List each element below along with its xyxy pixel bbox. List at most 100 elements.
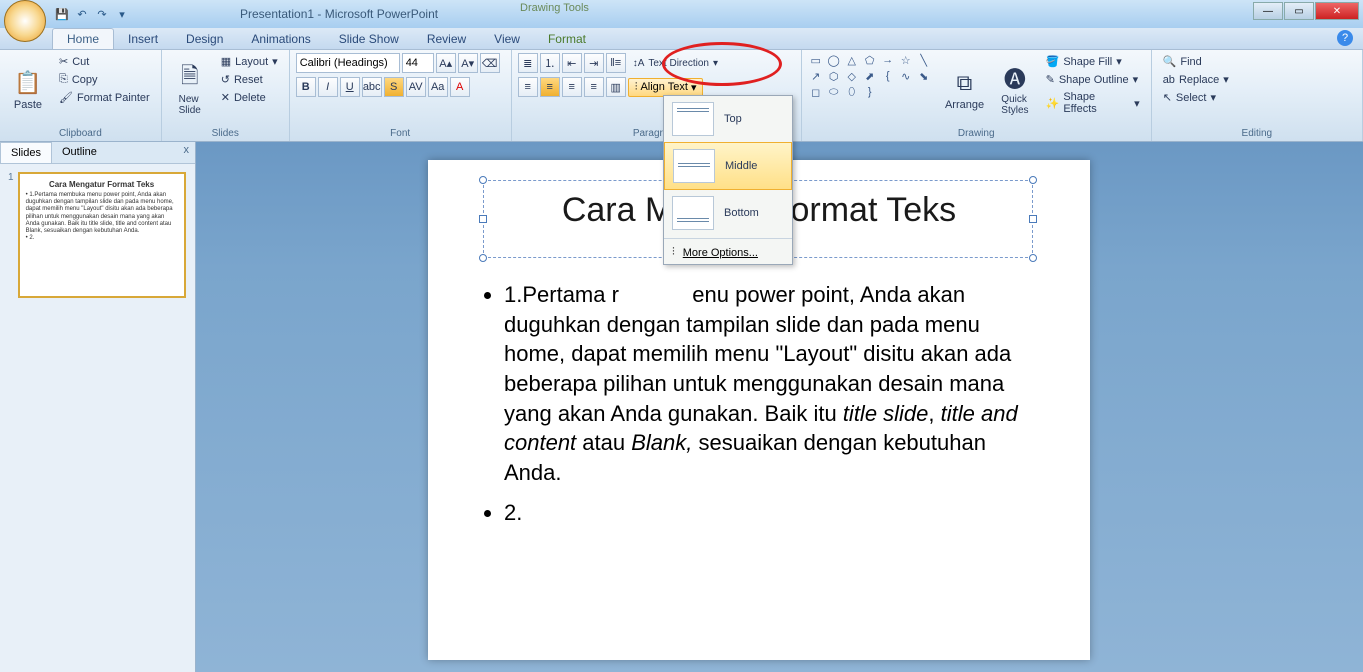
- slide-thumbnail-1[interactable]: Cara Mengatur Format Teks • 1.Pertama me…: [18, 172, 186, 298]
- brush-icon: 🖌: [59, 91, 73, 104]
- save-icon[interactable]: 💾: [54, 6, 70, 22]
- paste-button[interactable]: 📋 Paste: [6, 53, 50, 125]
- font-size-select[interactable]: [402, 53, 434, 73]
- chevron-down-icon: ▾: [272, 55, 278, 68]
- format-painter-button[interactable]: 🖌Format Painter: [54, 89, 155, 106]
- replace-button[interactable]: abReplace▾: [1158, 71, 1234, 88]
- align-top-icon: [672, 102, 714, 136]
- new-slide-icon: 🗎: [174, 62, 206, 94]
- minimize-button[interactable]: —: [1253, 2, 1283, 20]
- bullets-button[interactable]: ≣: [518, 53, 538, 73]
- shape-outline-button[interactable]: ✎Shape Outline▾: [1041, 71, 1145, 88]
- quick-access-toolbar: 💾 ↶ ↷ ▾: [54, 6, 130, 22]
- align-text-button[interactable]: ⫶ Align Text ▾: [628, 78, 704, 97]
- inc-indent-button[interactable]: ⇥: [584, 53, 604, 73]
- tab-view[interactable]: View: [480, 29, 534, 49]
- paste-label: Paste: [14, 99, 42, 111]
- group-label-clipboard: Clipboard: [6, 127, 155, 140]
- group-editing: 🔍Find abReplace▾ ↖Select▾ Editing: [1152, 50, 1363, 141]
- dec-indent-button[interactable]: ⇤: [562, 53, 582, 73]
- shape-effects-button[interactable]: ✨Shape Effects▾: [1041, 89, 1145, 117]
- line-spacing-button[interactable]: ‖≡: [606, 53, 626, 73]
- font-color-button[interactable]: A: [450, 77, 470, 97]
- grow-font-button[interactable]: A▴: [436, 53, 456, 73]
- shadow-button[interactable]: S: [384, 77, 404, 97]
- side-panel-close[interactable]: x: [178, 142, 196, 163]
- bullet-2: 2.: [504, 498, 1030, 528]
- numbering-button[interactable]: ⒈: [540, 53, 560, 73]
- align-middle-item[interactable]: Middle: [664, 142, 792, 190]
- bold-button[interactable]: B: [296, 77, 316, 97]
- copy-button[interactable]: ⎘Copy: [54, 71, 155, 88]
- find-button[interactable]: 🔍Find: [1158, 53, 1234, 70]
- justify-button[interactable]: ≡: [584, 77, 604, 97]
- italic-button[interactable]: I: [318, 77, 338, 97]
- handle-tl[interactable]: [479, 176, 487, 184]
- menu-separator: [664, 238, 792, 239]
- shapes-gallery[interactable]: ▭◯△⬠→☆ ╲↗⬡◇⬈{ ∿⬊◻⬭⬯}: [808, 53, 936, 99]
- handle-rm[interactable]: [1029, 215, 1037, 223]
- maximize-button[interactable]: ▭: [1284, 2, 1314, 20]
- copy-icon: ⎘: [59, 73, 68, 86]
- new-slide-label: New Slide: [179, 94, 201, 116]
- align-left-button[interactable]: ≡: [518, 77, 538, 97]
- columns-button[interactable]: ▥: [606, 77, 626, 97]
- office-button[interactable]: [4, 0, 46, 42]
- thumb-number: 1: [8, 172, 14, 183]
- select-icon: ↖: [1163, 91, 1172, 104]
- align-right-button[interactable]: ≡: [562, 77, 582, 97]
- tab-design[interactable]: Design: [172, 29, 237, 49]
- tab-review[interactable]: Review: [413, 29, 480, 49]
- tab-home[interactable]: Home: [52, 28, 114, 49]
- close-button[interactable]: ✕: [1315, 2, 1359, 20]
- reset-button[interactable]: ↺Reset: [216, 71, 283, 88]
- new-slide-button[interactable]: 🗎 New Slide: [168, 53, 212, 125]
- align-middle-icon: [673, 149, 715, 183]
- spacing-button[interactable]: AV: [406, 77, 426, 97]
- arrange-button[interactable]: ⧉Arrange: [940, 53, 989, 125]
- align-center-button[interactable]: ≡: [540, 77, 560, 97]
- underline-button[interactable]: U: [340, 77, 360, 97]
- align-bottom-item[interactable]: Bottom: [664, 190, 792, 236]
- window-controls: — ▭ ✕: [1252, 2, 1359, 20]
- text-direction-button[interactable]: ↕AText Direction▾: [628, 56, 723, 71]
- shape-fill-button[interactable]: 🪣Shape Fill▾: [1041, 53, 1145, 70]
- clear-format-button[interactable]: ⌫: [480, 53, 500, 73]
- tab-format[interactable]: Format: [534, 29, 600, 49]
- align-more-options-item[interactable]: ⫶ More Options...: [664, 241, 792, 264]
- delete-button[interactable]: ✕Delete: [216, 89, 283, 106]
- find-icon: 🔍: [1163, 55, 1177, 68]
- undo-icon[interactable]: ↶: [74, 6, 90, 22]
- side-tab-outline[interactable]: Outline: [52, 142, 107, 163]
- shrink-font-button[interactable]: A▾: [458, 53, 478, 73]
- handle-lm[interactable]: [479, 215, 487, 223]
- side-tab-slides[interactable]: Slides: [0, 142, 52, 163]
- layout-button[interactable]: ▦Layout▾: [216, 53, 283, 70]
- redo-icon[interactable]: ↷: [94, 6, 110, 22]
- cut-button[interactable]: ✂Cut: [54, 53, 155, 70]
- slides-panel: Slides Outline x 1 Cara Mengatur Format …: [0, 142, 196, 672]
- handle-tr[interactable]: [1029, 176, 1037, 184]
- handle-br[interactable]: [1029, 254, 1037, 262]
- qat-dropdown-icon[interactable]: ▾: [114, 6, 130, 22]
- delete-icon: ✕: [221, 91, 230, 104]
- tab-insert[interactable]: Insert: [114, 29, 172, 49]
- tab-animations[interactable]: Animations: [237, 29, 324, 49]
- quick-styles-button[interactable]: 🅐Quick Styles: [993, 53, 1036, 125]
- change-case-button[interactable]: Aa: [428, 77, 448, 97]
- group-clipboard: 📋 Paste ✂Cut ⎘Copy 🖌Format Painter Clipb…: [0, 50, 162, 141]
- align-top-item[interactable]: Top: [664, 96, 792, 142]
- slide-body-text[interactable]: 1.Pertama rmembeenu power point, Anda ak…: [490, 280, 1030, 538]
- cut-icon: ✂: [59, 55, 68, 68]
- handle-bl[interactable]: [479, 254, 487, 262]
- strike-button[interactable]: abc: [362, 77, 382, 97]
- font-family-select[interactable]: [296, 53, 400, 73]
- select-button[interactable]: ↖Select▾: [1158, 89, 1234, 106]
- tab-slideshow[interactable]: Slide Show: [325, 29, 413, 49]
- group-label-font: Font: [296, 127, 505, 140]
- more-options-icon: ⫶: [672, 246, 675, 259]
- align-text-menu: Top Middle Bottom ⫶ More Options...: [663, 95, 793, 265]
- title-bar: 💾 ↶ ↷ ▾ Presentation1 - Microsoft PowerP…: [0, 0, 1363, 28]
- help-icon[interactable]: ?: [1337, 30, 1353, 46]
- ribbon-tabs: Home Insert Design Animations Slide Show…: [0, 28, 1363, 50]
